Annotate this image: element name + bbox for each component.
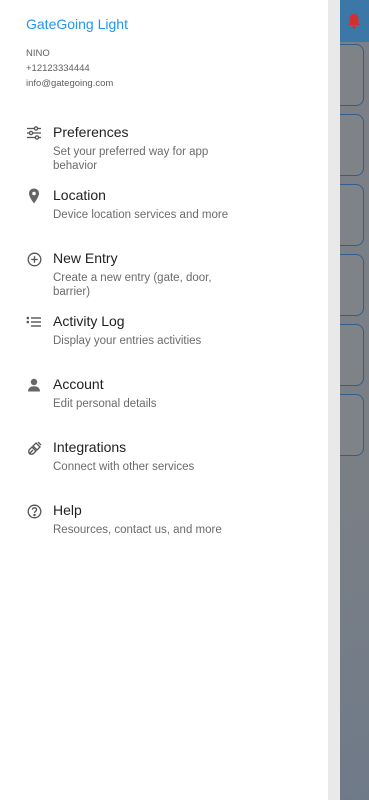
menu-item-subtitle: Set your preferred way for app behavior — [53, 146, 209, 172]
user-name: NINO — [26, 48, 50, 59]
menu-item-account[interactable]: Account Edit personal details — [0, 374, 328, 430]
menu-item-title: Location — [53, 187, 106, 203]
user-email: info@gatego­ing.com — [26, 78, 114, 89]
background-card — [340, 254, 364, 316]
menu-item-subtitle: Device location services and more — [53, 209, 229, 221]
menu-item-subtitle: Resources, contact us, and more — [53, 524, 222, 536]
menu-item-subtitle: Display your entries activities — [53, 335, 202, 347]
user-info: NINO +12123334444 info@gatego­ing.com — [26, 46, 113, 91]
sliders-icon — [26, 125, 42, 141]
menu-item-title: Preferences — [53, 124, 129, 140]
person-icon — [26, 377, 42, 393]
background-card — [340, 114, 364, 176]
menu-item-title: New Entry — [53, 250, 118, 266]
menu-item-title: Integrations — [53, 439, 127, 455]
background-card — [340, 184, 364, 246]
user-phone: +12123334444 — [26, 63, 90, 74]
list-icon — [26, 314, 42, 330]
app-title: GateGoing Light — [26, 16, 128, 32]
drawer-edge — [328, 0, 340, 800]
menu-item-help[interactable]: Help Resources, contact us, and more — [0, 500, 328, 556]
menu-item-title: Help — [53, 502, 82, 518]
location-pin-icon — [26, 188, 42, 204]
menu-item-integrations[interactable]: Integrations Connect with other services — [0, 437, 328, 493]
background-card — [340, 44, 364, 106]
help-circle-icon — [26, 503, 42, 519]
menu-item-new-entry[interactable]: New Entry Create a new entry (gate, door… — [0, 248, 328, 304]
bell-icon[interactable] — [346, 12, 362, 30]
add-circle-icon — [26, 251, 42, 267]
menu-item-title: Activity Log — [53, 313, 125, 329]
background-card — [340, 324, 364, 386]
menu-item-subtitle: Connect with other services — [53, 461, 195, 473]
menu-item-title: Account — [53, 376, 104, 392]
plug-icon — [26, 440, 42, 456]
menu-item-subtitle: Create a new entry (gate, door, barrier) — [53, 272, 212, 298]
menu-item-activity-log[interactable]: Activity Log Display your entries activi… — [0, 311, 328, 367]
navigation-drawer: GateGoing Light NINO +12123334444 info@g… — [0, 0, 328, 800]
background-card — [340, 394, 364, 456]
menu-item-subtitle: Edit personal details — [53, 398, 157, 410]
menu-item-preferences[interactable]: Preferences Set your preferred way for a… — [0, 122, 328, 178]
menu-item-location[interactable]: Location Device location services and mo… — [0, 185, 328, 241]
